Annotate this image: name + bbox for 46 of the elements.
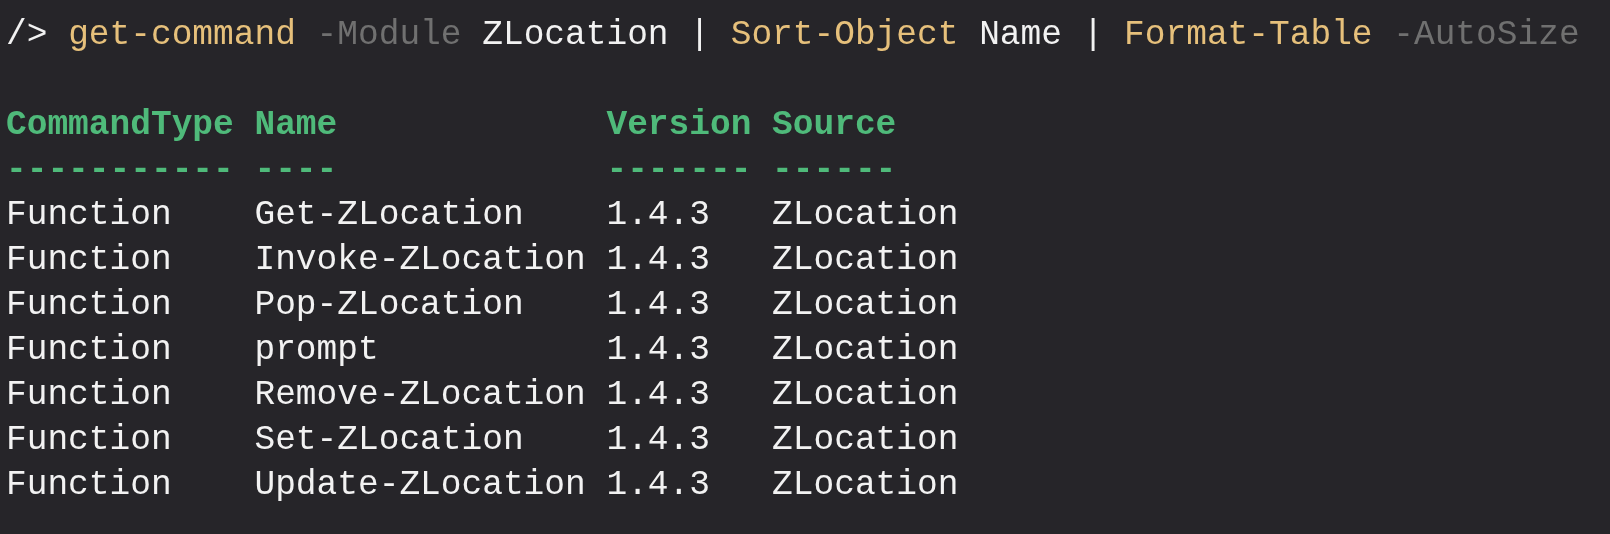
table-cell-text: Invoke-ZLocation	[254, 239, 586, 281]
table-cell-text: Set-ZLocation	[254, 419, 524, 461]
column-header: Name	[254, 104, 338, 146]
column-header: Source	[772, 104, 897, 146]
table-cell-text: 1.4.3	[606, 284, 710, 326]
argument-value: Name	[979, 14, 1062, 56]
table-cell-text: 1.4.3	[606, 464, 710, 506]
table-cell-text: ZLocation	[772, 464, 959, 506]
table-cell-text: Get-ZLocation	[254, 194, 524, 236]
pipe-operator: |	[689, 14, 710, 56]
table-cell-text: 1.4.3	[606, 374, 710, 416]
table-cell-text: 1.4.3	[606, 239, 710, 281]
argument-value: ZLocation	[482, 14, 669, 56]
table-cell-text: Remove-ZLocation	[254, 374, 586, 416]
pipe-operator: |	[1082, 14, 1104, 56]
table-cell-text: Function	[6, 284, 172, 326]
table-cell-text: 1.4.3	[606, 329, 710, 371]
header-underline: -----------	[6, 149, 234, 191]
header-underline: -------	[606, 149, 752, 191]
table-cell-text: ZLocation	[772, 284, 959, 326]
parameter-name: -AutoSize	[1393, 14, 1580, 56]
table-cell-text: ZLocation	[772, 239, 959, 281]
header-underline: ------	[772, 149, 897, 191]
table-cell-text: ZLocation	[772, 419, 959, 461]
column-header: CommandType	[6, 104, 234, 146]
table-cell-text: ZLocation	[772, 374, 959, 416]
table-cell-text: Function	[6, 374, 172, 416]
prompt-symbol: />	[6, 14, 48, 56]
table-cell-text: 1.4.3	[606, 194, 710, 236]
table-cell-text: Function	[6, 419, 172, 461]
column-header: Version	[606, 104, 752, 146]
command-name: Format-Table	[1124, 14, 1373, 56]
table-cell-text: Function	[6, 329, 172, 371]
table-cell-text: Pop-ZLocation	[254, 284, 524, 326]
table-cell-text: Function	[6, 194, 172, 236]
table-cell-text: Function	[6, 464, 172, 506]
parameter-name: -Module	[316, 14, 462, 56]
table-cell-text: 1.4.3	[606, 419, 710, 461]
table-cell-text: Function	[6, 239, 172, 281]
table-cell-text: ZLocation	[772, 329, 959, 371]
table-cell-text: prompt	[254, 329, 379, 371]
table-cell-text: ZLocation	[772, 194, 959, 236]
header-underline: ----	[254, 149, 338, 191]
command-name: get-command	[68, 14, 296, 56]
command-name: Sort-Object	[730, 14, 959, 56]
table-cell-text: Update-ZLocation	[254, 464, 586, 506]
